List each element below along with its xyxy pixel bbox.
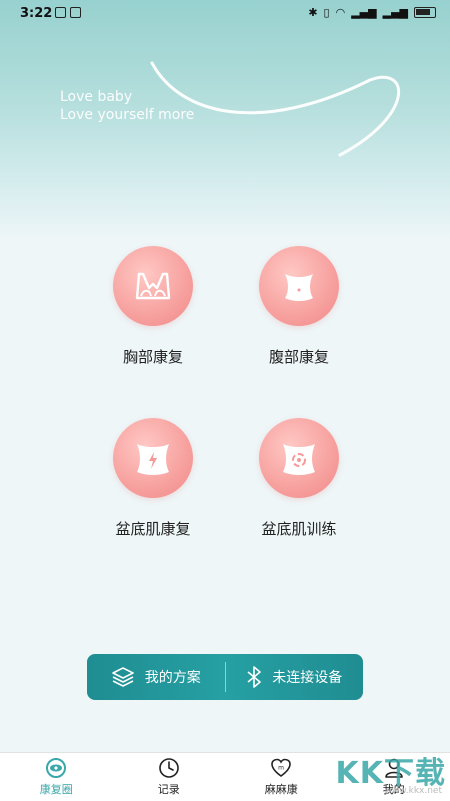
my-plan-button[interactable]: 我的方案 [87, 654, 225, 700]
nfc-icon [55, 7, 66, 18]
feature-label: 盆底肌训练 [229, 518, 369, 539]
app-screen: 3:22 ✱ ▯ ◠ ▂▄▆ ▂▄▆ Love baby Love yourse… [0, 0, 450, 800]
feature-pelvic-training[interactable]: 盆底肌训练 [229, 418, 369, 539]
battery-icon [414, 7, 436, 18]
feature-pelvic-rehab[interactable]: 盆底肌康复 [83, 418, 223, 539]
feature-circle [259, 246, 339, 326]
feature-label: 胸部康复 [83, 346, 223, 367]
feature-label: 盆底肌康复 [83, 518, 223, 539]
eye-circle-icon [45, 757, 67, 779]
status-bar: 3:22 ✱ ▯ ◠ ▂▄▆ ▂▄▆ [0, 0, 450, 28]
heart-icon: m [270, 757, 292, 779]
status-indicators: ✱ ▯ ◠ ▂▄▆ ▂▄▆ [308, 6, 436, 19]
bluetooth-icon: ✱ [308, 6, 317, 19]
tab-label: 记录 [158, 781, 180, 797]
tab-rehab-circle[interactable]: 康复圈 [0, 753, 113, 801]
pelvic-energy-icon [131, 438, 175, 478]
bluetooth-icon [246, 665, 262, 689]
layers-icon [111, 666, 135, 688]
decorative-swoosh [140, 55, 410, 175]
wifi-icon: ◠ [336, 6, 346, 19]
feature-abdomen-rehab[interactable]: 腹部康复 [229, 246, 369, 367]
my-plan-label: 我的方案 [145, 667, 201, 687]
svg-text:m: m [278, 765, 284, 772]
abdomen-icon [279, 266, 319, 306]
tab-label: 麻麻康 [265, 781, 298, 797]
feature-label: 腹部康复 [229, 346, 369, 367]
tab-records[interactable]: 记录 [113, 753, 226, 801]
signal-icon: ▂▄▆ [351, 6, 376, 19]
tab-label: 康复圈 [40, 781, 73, 797]
device-connect-button[interactable]: 未连接设备 [226, 654, 364, 700]
alarm-icon [70, 7, 81, 18]
tab-mama-health[interactable]: m 麻麻康 [225, 753, 338, 801]
feature-chest-rehab[interactable]: 胸部康复 [83, 246, 223, 367]
signal-icon-2: ▂▄▆ [383, 6, 408, 19]
clock-icon [158, 757, 180, 779]
notification-icons [55, 7, 81, 18]
feature-circle [113, 246, 193, 326]
watermark-url: www.kkx.net [385, 786, 443, 796]
vibrate-icon: ▯ [324, 6, 330, 19]
device-status-label: 未连接设备 [272, 667, 342, 687]
status-time: 3:22 [20, 6, 52, 21]
action-bar: 我的方案 未连接设备 [87, 654, 363, 700]
feature-circle [113, 418, 193, 498]
bra-icon [133, 270, 173, 302]
pelvic-training-icon [277, 438, 321, 478]
feature-circle [259, 418, 339, 498]
